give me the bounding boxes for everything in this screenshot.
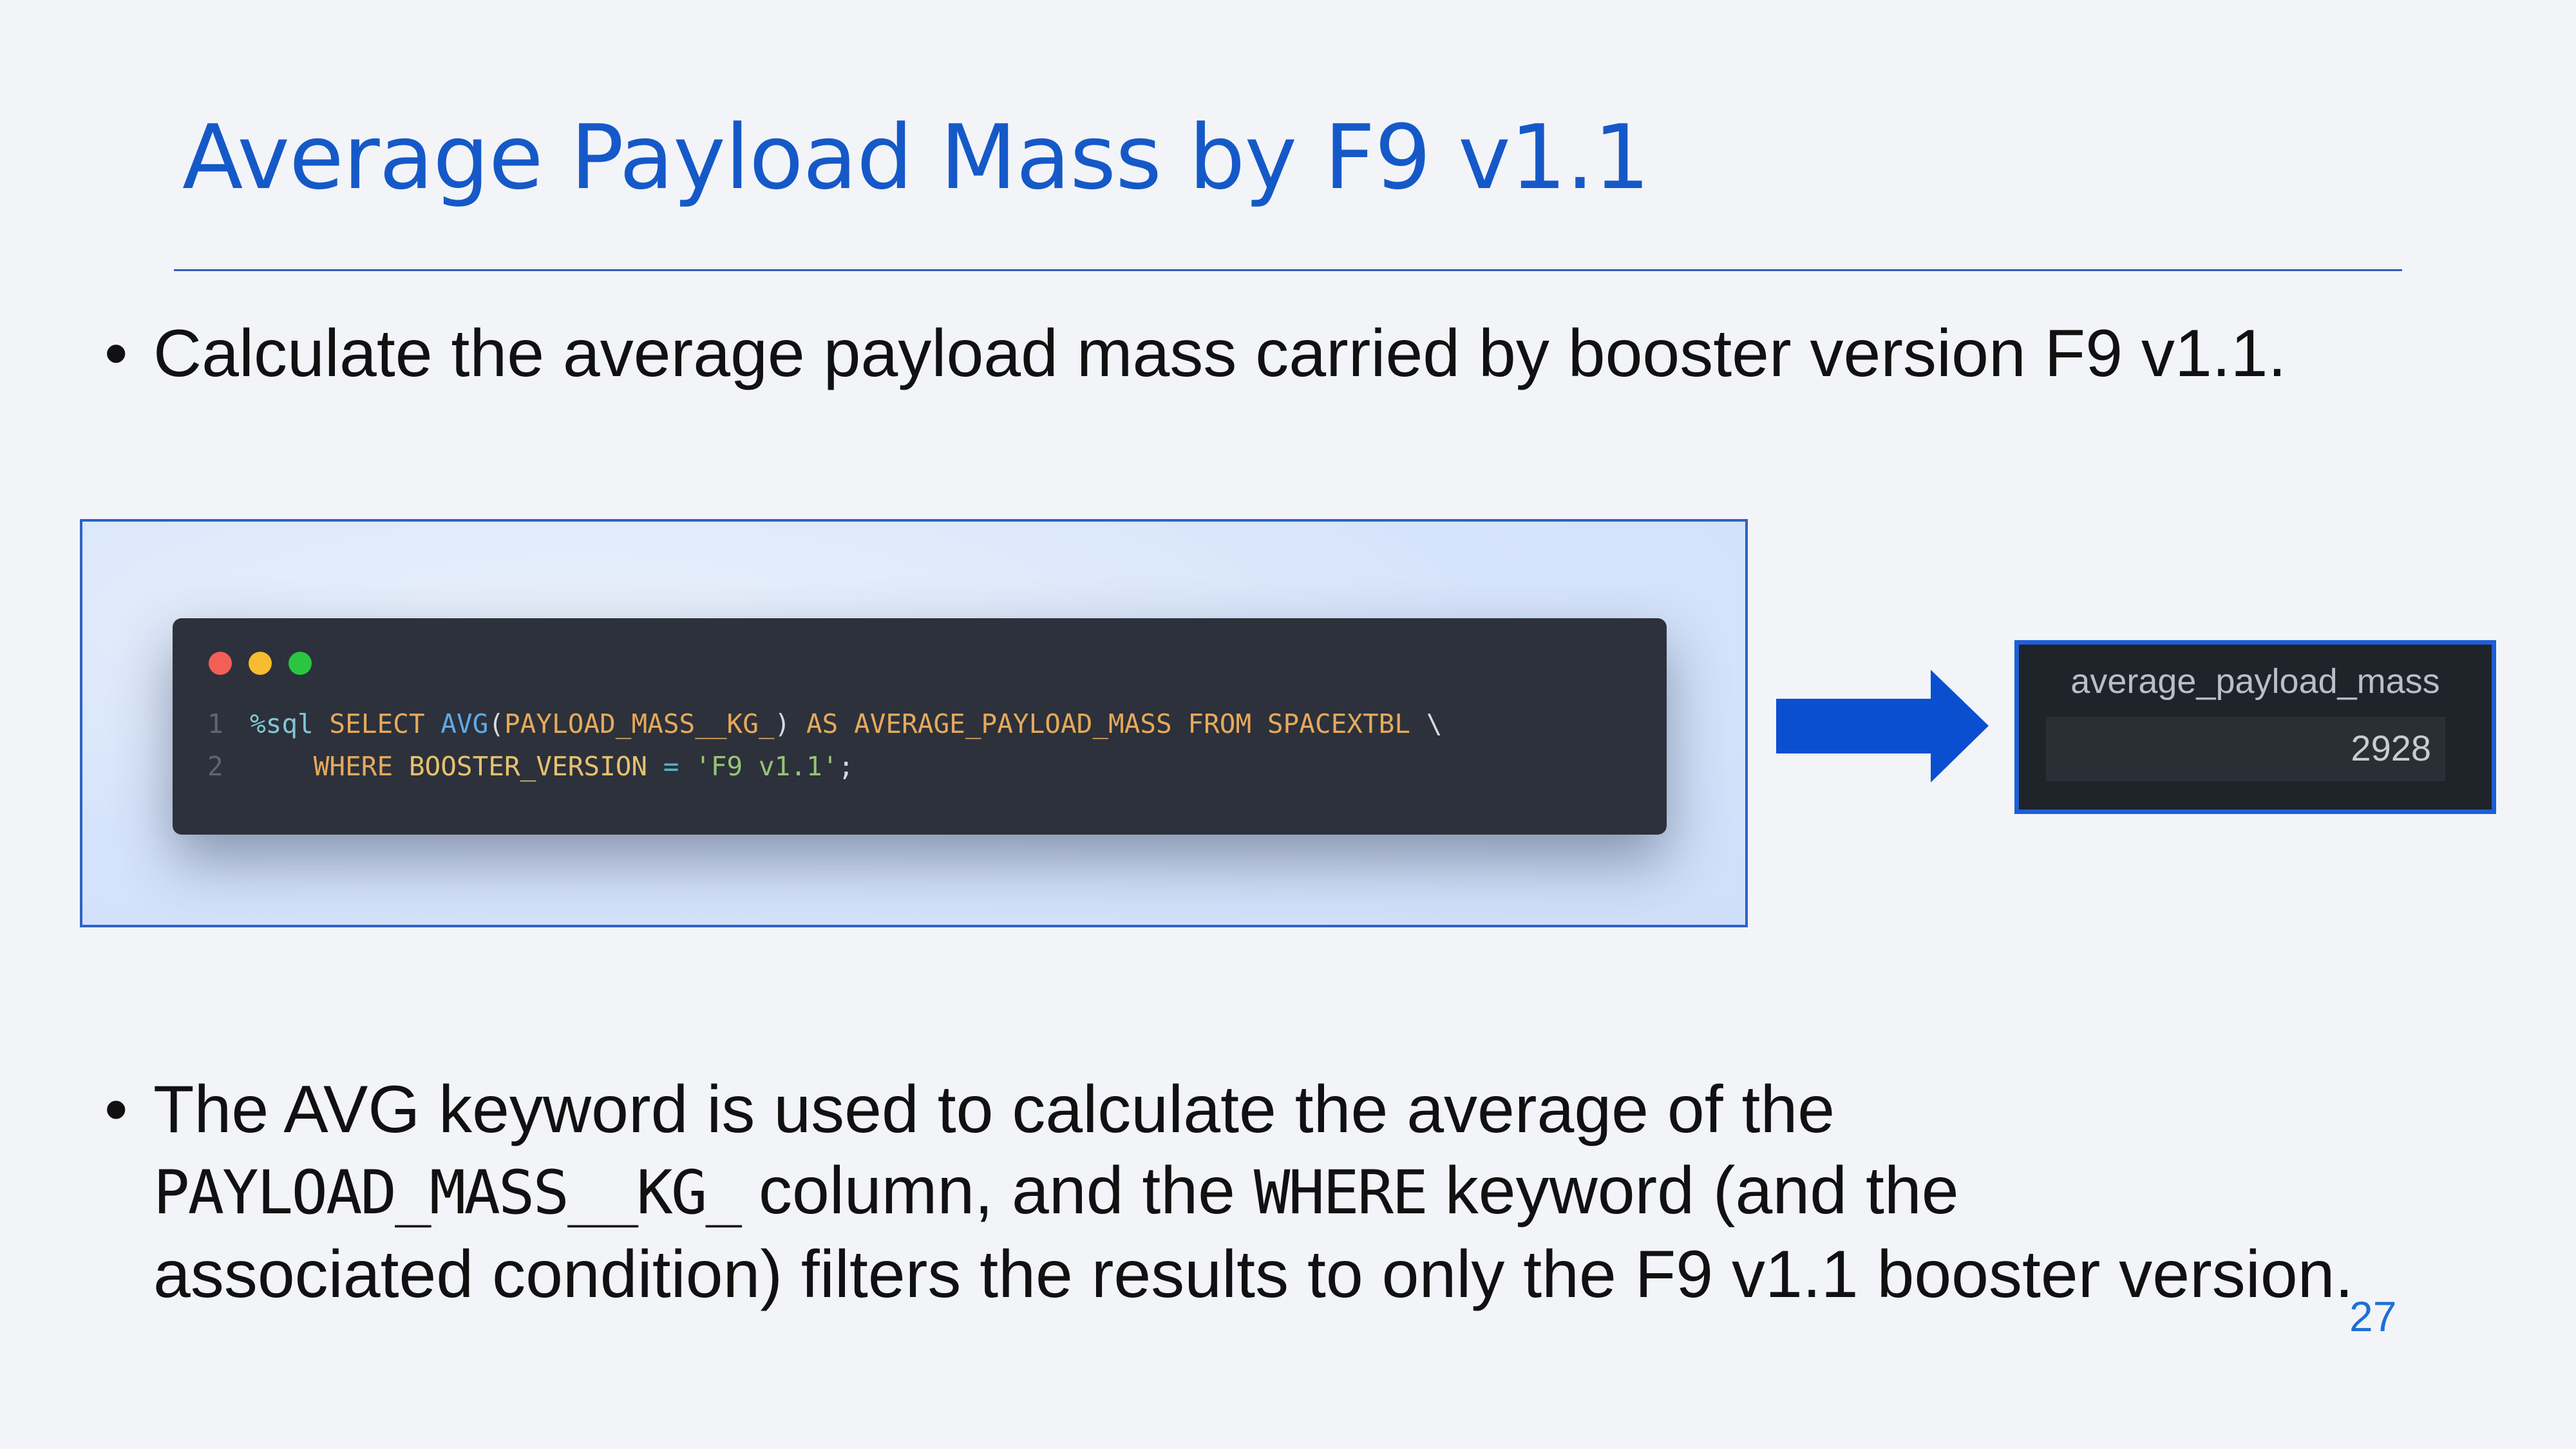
- bullet-icon: •: [104, 316, 128, 391]
- line-number: 2: [207, 751, 223, 782]
- code-snippet-frame: 1 %sql SELECT AVG(PAYLOAD_MASS__KG_) AS A…: [80, 519, 1748, 927]
- bullet-item-1: • Calculate the average payload mass car…: [104, 313, 2487, 397]
- result-column-header: average_payload_mass: [2070, 662, 2440, 701]
- bullet-text: The AVG keyword is used to calculate the…: [153, 1069, 2353, 1315]
- code-token-keyword: SELECT: [313, 708, 441, 739]
- code-token-alias: AVERAGE_PAYLOAD_MASS: [854, 708, 1172, 739]
- window-minimize-dot-icon: [249, 652, 272, 675]
- bullet-text-segment: keyword (and the: [1426, 1153, 1959, 1228]
- code-token-magic: %sql: [250, 708, 314, 739]
- code-token-semicolon: ;: [838, 751, 855, 782]
- code-token-column: BOOSTER_VERSION: [408, 751, 648, 782]
- right-arrow-icon: [1776, 670, 1989, 782]
- bullet-icon: •: [104, 1072, 128, 1147]
- title-divider: [174, 269, 2402, 271]
- code-window: 1 %sql SELECT AVG(PAYLOAD_MASS__KG_) AS A…: [173, 618, 1667, 835]
- bullet-text-line-3: associated condition) filters the result…: [153, 1237, 2354, 1312]
- line-number: 1: [207, 708, 223, 739]
- bullet-item-2: • The AVG keyword is used to calculate t…: [104, 1069, 2526, 1314]
- inline-code-column: PAYLOAD_MASS__KG_: [153, 1158, 742, 1228]
- code-token-indent: [250, 751, 314, 782]
- bullet-text-segment: column, and the: [740, 1153, 1254, 1228]
- code-token-keyword: FROM: [1171, 708, 1267, 739]
- window-maximize-dot-icon: [289, 652, 312, 675]
- result-cell: 2928: [2046, 717, 2445, 781]
- bullet-text-line-1: The AVG keyword is used to calculate the…: [153, 1072, 1835, 1147]
- query-result-table: average_payload_mass 2928: [2014, 640, 2496, 814]
- code-line-2: 2 WHERE BOOSTER_VERSION = 'F9 v1.1';: [207, 747, 854, 786]
- right-arrow-shape: [1776, 670, 1989, 782]
- code-token-table: SPACEXTBL: [1267, 708, 1411, 739]
- code-token-string: 'F9 v1.1': [695, 751, 838, 782]
- code-token-operator: =: [647, 751, 696, 782]
- slide-title: Average Payload Mass by F9 v1.1: [182, 106, 1650, 209]
- window-close-dot-icon: [209, 652, 232, 675]
- page-number: 27: [2349, 1293, 2397, 1340]
- code-token-paren: (: [488, 708, 504, 739]
- bullet-text-line-2: PAYLOAD_MASS__KG_ column, and the WHERE …: [153, 1150, 2353, 1234]
- code-token-keyword: WHERE: [313, 751, 409, 782]
- slide: Average Payload Mass by F9 v1.1 • Calcul…: [0, 0, 2576, 1449]
- bullet-text: Calculate the average payload mass carri…: [153, 316, 2287, 391]
- code-line-1: 1 %sql SELECT AVG(PAYLOAD_MASS__KG_) AS A…: [207, 705, 1442, 743]
- inline-code-keyword: WHERE: [1253, 1158, 1428, 1228]
- result-value: 2928: [2351, 728, 2431, 768]
- code-token-function: AVG: [440, 708, 489, 739]
- code-token-paren: ): [774, 708, 791, 739]
- code-token-continuation: \: [1410, 708, 1443, 739]
- code-token-keyword: AS: [790, 708, 855, 739]
- code-token-column: PAYLOAD_MASS__KG_: [504, 708, 775, 739]
